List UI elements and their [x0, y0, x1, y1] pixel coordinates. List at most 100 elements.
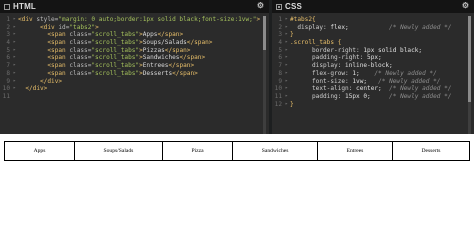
css-code-line[interactable]: 11 ▸ padding: 15px 0; /* Newly added */ — [272, 93, 465, 101]
css-editor-scrollbar[interactable] — [468, 16, 471, 134]
html-code-line[interactable]: 1 ▸ <div style= "margin: 0 auto;border:1px … — [0, 16, 260, 24]
html-code-token: </span> — [164, 46, 191, 54]
html-code-token: > — [256, 16, 261, 23]
html-code-token: </span> — [168, 62, 195, 70]
css-line-number: 6 — [278, 54, 282, 62]
css-settings-gear-icon[interactable]: ⚙ — [462, 2, 469, 10]
result-tab: Sandwiches — [233, 142, 319, 160]
css-panel-title: CSS — [285, 2, 303, 11]
html-code-token: "margin: 0 auto;border:1px solid black;f… — [58, 16, 257, 23]
html-code-token: </span> — [179, 54, 206, 62]
html-line-number: 8 — [6, 69, 10, 77]
html-editor-scrollbar[interactable] — [263, 16, 266, 134]
css-line-number: 3 — [278, 31, 282, 39]
html-code-token: <span — [47, 46, 70, 54]
css-collapse-icon[interactable] — [276, 3, 282, 10]
html-code-token — [18, 78, 40, 86]
html-code-token: "scroll_tabs" — [91, 62, 140, 70]
html-code-token: <span — [47, 39, 70, 47]
html-code-token: class= — [69, 46, 92, 54]
html-code-token: <span — [47, 31, 70, 39]
html-code-line[interactable]: 11 — [0, 93, 260, 101]
html-code-token: class= — [69, 31, 92, 39]
html-code-line[interactable]: 10 ▸ </div> — [0, 85, 260, 93]
css-code-line[interactable]: 12 ▸} — [272, 101, 465, 109]
html-code-editor[interactable]: 1 ▸ <div style= "margin: 0 auto;border:1px … — [0, 16, 261, 134]
result-tab: Pizza — [163, 142, 234, 160]
result-tab: Soups/Salads — [75, 142, 163, 160]
css-code-token: /* Newly added */ — [381, 85, 452, 93]
html-code-token: "scroll_tabs" — [91, 54, 140, 62]
html-line-number: 10 — [2, 85, 10, 93]
html-line-number: 9 — [6, 77, 10, 85]
css-line-number: 1 — [278, 16, 282, 23]
css-code-line[interactable]: 8 ▸ flex-grow: 1; /* Newly added */ — [272, 70, 465, 78]
css-code-token: /* Newly added */ — [348, 23, 452, 31]
html-code-line[interactable]: 2 ▸ <div id= "tabs2" > — [0, 24, 260, 32]
html-code-line[interactable]: 3 ▸ <span class= "scroll_tabs" > Apps </span> — [0, 31, 260, 39]
css-code-token: inline-block; — [345, 62, 393, 70]
css-code-line[interactable]: 6 ▸ padding-right: 5px; — [272, 54, 465, 62]
html-code-token: <span — [47, 69, 70, 77]
result-tabs-bar: Apps Soups/Salads Pizza Sandwiches Entrees De… — [4, 141, 470, 161]
css-code-line[interactable]: 7 ▸ display: inline-block; — [272, 62, 465, 70]
html-fold-arrow-icon[interactable] — [13, 93, 18, 101]
html-code-line[interactable]: 7 ▸ <span class= "scroll_tabs" > Entrees </sp… — [0, 62, 260, 70]
html-code-token: Entrees — [142, 62, 169, 70]
html-collapse-icon[interactable] — [4, 3, 10, 10]
html-code-line[interactable]: 6 ▸ <span class= "scroll_tabs" > Sandwiches <… — [0, 54, 260, 62]
css-code-token: } — [290, 100, 294, 108]
html-code-token: <div — [18, 16, 37, 23]
css-code-token: #tabs2{ — [290, 16, 316, 23]
html-scrollbar-thumb[interactable] — [263, 16, 266, 50]
css-line-number: 4 — [278, 39, 282, 47]
css-code-line[interactable]: 4 ▸ .scroll_tabs { — [272, 39, 465, 47]
html-panel-header: HTML ⚙ — [0, 0, 269, 13]
css-code-token: font-size: — [290, 77, 353, 85]
css-line-number: 12 — [274, 100, 282, 108]
html-code-token: Soups/Salads — [142, 39, 187, 47]
css-code-token: text-align: — [290, 85, 357, 93]
html-code-token — [18, 24, 40, 32]
html-code-token — [18, 62, 47, 70]
css-line-number: 11 — [274, 92, 282, 100]
css-code-line[interactable]: 9 ▸ font-size: 1vw; /* Newly added */ — [272, 78, 465, 86]
css-code-line[interactable]: 5 ▸ border-right: 1px solid black; — [272, 47, 465, 55]
css-line-number: 9 — [278, 77, 282, 85]
css-code-line[interactable]: 3 ▸} — [272, 31, 465, 39]
html-code-token — [18, 31, 47, 39]
html-code-token: "scroll_tabs" — [91, 46, 140, 54]
html-code-token: > — [95, 23, 99, 31]
editor-area: HTML ⚙ 1 ▸ <div style= "margin: 0 auto;bord… — [0, 0, 474, 134]
css-code-editor[interactable]: 1 ▸ #tabs2{2 ▸ display: flex; /* Newly adde… — [272, 16, 465, 134]
html-code-token: Pizzas — [142, 46, 165, 54]
html-code-token: style= — [36, 16, 59, 23]
css-code-token: flex-grow: — [290, 69, 353, 77]
html-line-number: 5 — [6, 46, 10, 54]
css-code-token: 15px 0; — [345, 92, 371, 100]
css-code-token: padding-right: — [290, 54, 368, 62]
css-code-token: 1vw; — [352, 77, 368, 85]
result-tab: Apps — [5, 142, 75, 160]
result-tab: Entrees — [318, 142, 393, 160]
html-code-token: </span> — [172, 69, 198, 77]
html-code-line[interactable]: 4 ▸ <span class= "scroll_tabs" > Soups/Salad… — [0, 39, 260, 47]
html-line-number: 11 — [2, 92, 10, 100]
css-code-line[interactable]: 2 ▸ display: flex; /* Newly added */ — [272, 24, 465, 32]
html-settings-gear-icon[interactable]: ⚙ — [257, 2, 264, 10]
html-code-token — [18, 47, 47, 55]
css-line-number: 8 — [278, 69, 282, 77]
html-code-token: </span> — [186, 39, 213, 47]
html-code-line[interactable]: 9 ▸ </div> — [0, 78, 260, 86]
html-code-token: </div> — [40, 77, 63, 85]
css-code-line[interactable]: 1 ▸ #tabs2{ — [272, 16, 465, 24]
css-code-line[interactable]: 10 ▸ text-align: center; /* Newly added *… — [272, 85, 465, 93]
css-code-token: 5px; — [367, 54, 382, 62]
html-code-token: "scroll_tabs" — [91, 69, 140, 77]
html-code-line[interactable]: 5 ▸ <span class= "scroll_tabs" > Pizzas </spa… — [0, 47, 260, 55]
css-scrollbar-thumb[interactable] — [468, 16, 471, 102]
html-line-number: 7 — [6, 62, 10, 70]
html-code-line[interactable]: 8 ▸ <span class= "scroll_tabs" > Desserts </s… — [0, 70, 260, 78]
html-code-token: class= — [69, 39, 92, 47]
html-line-number: 6 — [6, 54, 10, 62]
